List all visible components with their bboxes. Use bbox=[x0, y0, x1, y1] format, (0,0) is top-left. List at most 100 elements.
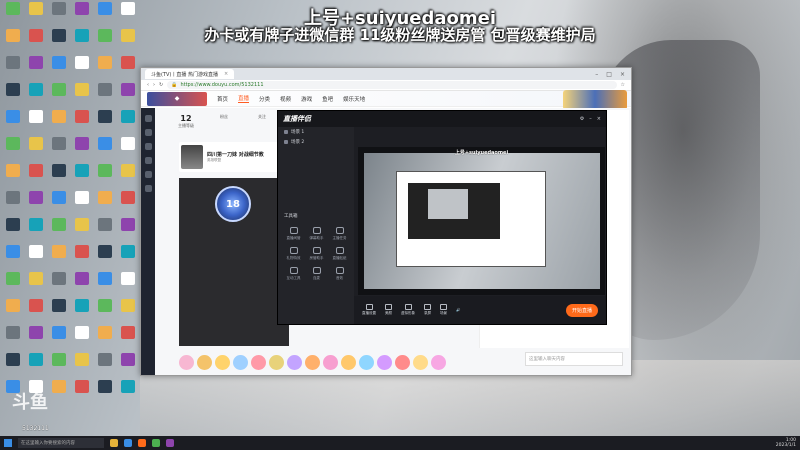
desktop-shortcut-icon[interactable] bbox=[70, 299, 93, 326]
desktop-shortcut-icon[interactable] bbox=[70, 191, 93, 218]
tool-8[interactable]: 音效 bbox=[328, 267, 351, 281]
nav-item-5[interactable]: 鱼吧 bbox=[322, 95, 333, 103]
back-icon[interactable]: ‹ bbox=[147, 82, 149, 88]
desktop-shortcut-icon[interactable] bbox=[116, 353, 139, 380]
close-icon[interactable]: × bbox=[620, 71, 625, 78]
desktop-shortcut-icon[interactable] bbox=[93, 191, 116, 218]
tool-0[interactable]: 直播间管 bbox=[282, 227, 305, 241]
desktop-shortcut-icon[interactable] bbox=[70, 380, 93, 407]
desktop-shortcut-icon[interactable] bbox=[93, 164, 116, 191]
nav-item-4[interactable]: 游戏 bbox=[301, 95, 312, 103]
tab-douyu[interactable]: 斗鱼(TV)丨直播 热门游戏直播 × bbox=[145, 69, 235, 79]
desktop-shortcut-icon[interactable] bbox=[1, 83, 24, 110]
desktop-shortcut-icon[interactable] bbox=[47, 137, 70, 164]
tool-2[interactable]: 主播任务 bbox=[328, 227, 351, 241]
desktop-shortcut-icon[interactable] bbox=[116, 326, 139, 353]
minimize-icon[interactable]: – bbox=[589, 116, 592, 122]
nav-item-2[interactable]: 分类 bbox=[259, 95, 270, 103]
rail-follow-icon[interactable] bbox=[144, 129, 152, 136]
desktop-shortcut-icon[interactable] bbox=[116, 110, 139, 137]
url-input[interactable]: 🔒 https://www.douyu.com/5132111 bbox=[167, 81, 617, 89]
minimize-icon[interactable]: – bbox=[595, 71, 598, 78]
desktop-shortcut-icon[interactable] bbox=[24, 299, 47, 326]
wechat-icon[interactable] bbox=[152, 439, 160, 447]
nav-item-0[interactable]: 首页 bbox=[217, 95, 228, 103]
desktop-shortcut-icon[interactable] bbox=[47, 245, 70, 272]
desktop-shortcut-icon[interactable] bbox=[116, 83, 139, 110]
desktop-shortcut-icon[interactable] bbox=[47, 191, 70, 218]
scene-item-1[interactable]: 场景 1 bbox=[278, 127, 354, 137]
desktop-shortcut-icon[interactable] bbox=[93, 326, 116, 353]
nav-item-3[interactable]: 视频 bbox=[280, 95, 291, 103]
gift-icon[interactable] bbox=[413, 354, 428, 370]
chat-input[interactable]: 这里输入聊天内容 bbox=[525, 352, 623, 366]
gift-icon[interactable] bbox=[215, 354, 230, 370]
refresh-icon[interactable]: ↻ bbox=[159, 82, 163, 88]
desktop-shortcut-icon[interactable] bbox=[1, 110, 24, 137]
desktop-shortcut-icon[interactable] bbox=[116, 245, 139, 272]
gift-icon[interactable] bbox=[233, 354, 248, 370]
desktop-shortcut-icon[interactable] bbox=[24, 353, 47, 380]
ctrl-avatar[interactable]: 虚拟形象 bbox=[401, 304, 415, 316]
desktop-shortcut-icon[interactable] bbox=[24, 83, 47, 110]
rail-game-icon[interactable] bbox=[144, 171, 152, 178]
desktop-shortcut-icon[interactable] bbox=[47, 110, 70, 137]
gift-icon[interactable] bbox=[341, 354, 356, 370]
gift-icon[interactable] bbox=[323, 354, 338, 370]
gift-icon[interactable] bbox=[251, 354, 266, 370]
desktop-shortcut-icon[interactable] bbox=[116, 218, 139, 245]
tool-5[interactable]: 直播贴纸 bbox=[328, 247, 351, 261]
gift-icon[interactable] bbox=[269, 354, 284, 370]
tool-3[interactable]: 礼物特效 bbox=[282, 247, 305, 261]
nav-item-1[interactable]: 直播 bbox=[238, 94, 250, 103]
desktop-shortcut-icon[interactable] bbox=[70, 272, 93, 299]
desktop-shortcut-icon[interactable] bbox=[93, 218, 116, 245]
desktop-shortcut-icon[interactable] bbox=[47, 272, 70, 299]
desktop-shortcut-icon[interactable] bbox=[47, 353, 70, 380]
desktop-shortcut-icon[interactable] bbox=[47, 326, 70, 353]
windows-start-icon[interactable] bbox=[4, 439, 12, 447]
desktop-shortcut-icon[interactable] bbox=[47, 83, 70, 110]
settings-icon[interactable]: ⚙ bbox=[580, 116, 584, 122]
stream-preview[interactable] bbox=[358, 147, 605, 295]
desktop-shortcut-icon[interactable] bbox=[70, 326, 93, 353]
desktop-shortcut-icon[interactable] bbox=[116, 137, 139, 164]
nav-item-6[interactable]: 娱乐天地 bbox=[343, 95, 365, 103]
desktop-shortcut-icon[interactable] bbox=[93, 380, 116, 407]
desktop-shortcut-icon[interactable] bbox=[24, 272, 47, 299]
desktop-shortcut-icon[interactable] bbox=[1, 272, 24, 299]
desktop-shortcut-icon[interactable] bbox=[93, 110, 116, 137]
desktop-shortcut-icon[interactable] bbox=[70, 83, 93, 110]
desktop-shortcut-icon[interactable] bbox=[93, 299, 116, 326]
tool-6[interactable]: 互动工具 bbox=[282, 267, 305, 281]
desktop-shortcut-icon[interactable] bbox=[93, 83, 116, 110]
desktop-shortcut-icon[interactable] bbox=[47, 218, 70, 245]
desktop-shortcut-icon[interactable] bbox=[47, 164, 70, 191]
rail-home-icon[interactable] bbox=[144, 115, 152, 122]
scene-item-2[interactable]: 场景 2 bbox=[278, 137, 354, 147]
desktop-shortcut-icon[interactable] bbox=[24, 110, 47, 137]
stream-tool-window[interactable]: 直播伴侣 ⚙ – × 场景 1 场景 2 工具箱 直播间管 弹幕助手 主播任务 … bbox=[277, 110, 607, 325]
desktop-shortcut-icon[interactable] bbox=[70, 245, 93, 272]
tool-7[interactable]: 连麦 bbox=[305, 267, 328, 281]
desktop-shortcut-icon[interactable] bbox=[116, 191, 139, 218]
desktop-shortcut-icon[interactable] bbox=[1, 326, 24, 353]
eye-icon[interactable] bbox=[284, 140, 288, 144]
desktop-shortcut-icon[interactable] bbox=[47, 380, 70, 407]
desktop-shortcut-icon[interactable] bbox=[24, 164, 47, 191]
desktop-shortcut-icon[interactable] bbox=[24, 56, 47, 83]
explorer-icon[interactable] bbox=[110, 439, 118, 447]
gift-icon[interactable] bbox=[359, 354, 374, 370]
desktop-shortcut-icon[interactable] bbox=[47, 299, 70, 326]
desktop-shortcut-icon[interactable] bbox=[116, 380, 139, 407]
douyu-icon[interactable] bbox=[138, 439, 146, 447]
desktop-shortcut-icon[interactable] bbox=[47, 56, 70, 83]
desktop-shortcut-icon[interactable] bbox=[70, 137, 93, 164]
desktop-shortcut-icon[interactable] bbox=[24, 218, 47, 245]
close-icon[interactable]: × bbox=[597, 116, 601, 122]
desktop-shortcut-icon[interactable] bbox=[24, 326, 47, 353]
desktop-shortcut-icon[interactable] bbox=[93, 245, 116, 272]
desktop-shortcut-icon[interactable] bbox=[70, 218, 93, 245]
avatar[interactable] bbox=[181, 145, 203, 169]
desktop-shortcut-icon[interactable] bbox=[93, 272, 116, 299]
